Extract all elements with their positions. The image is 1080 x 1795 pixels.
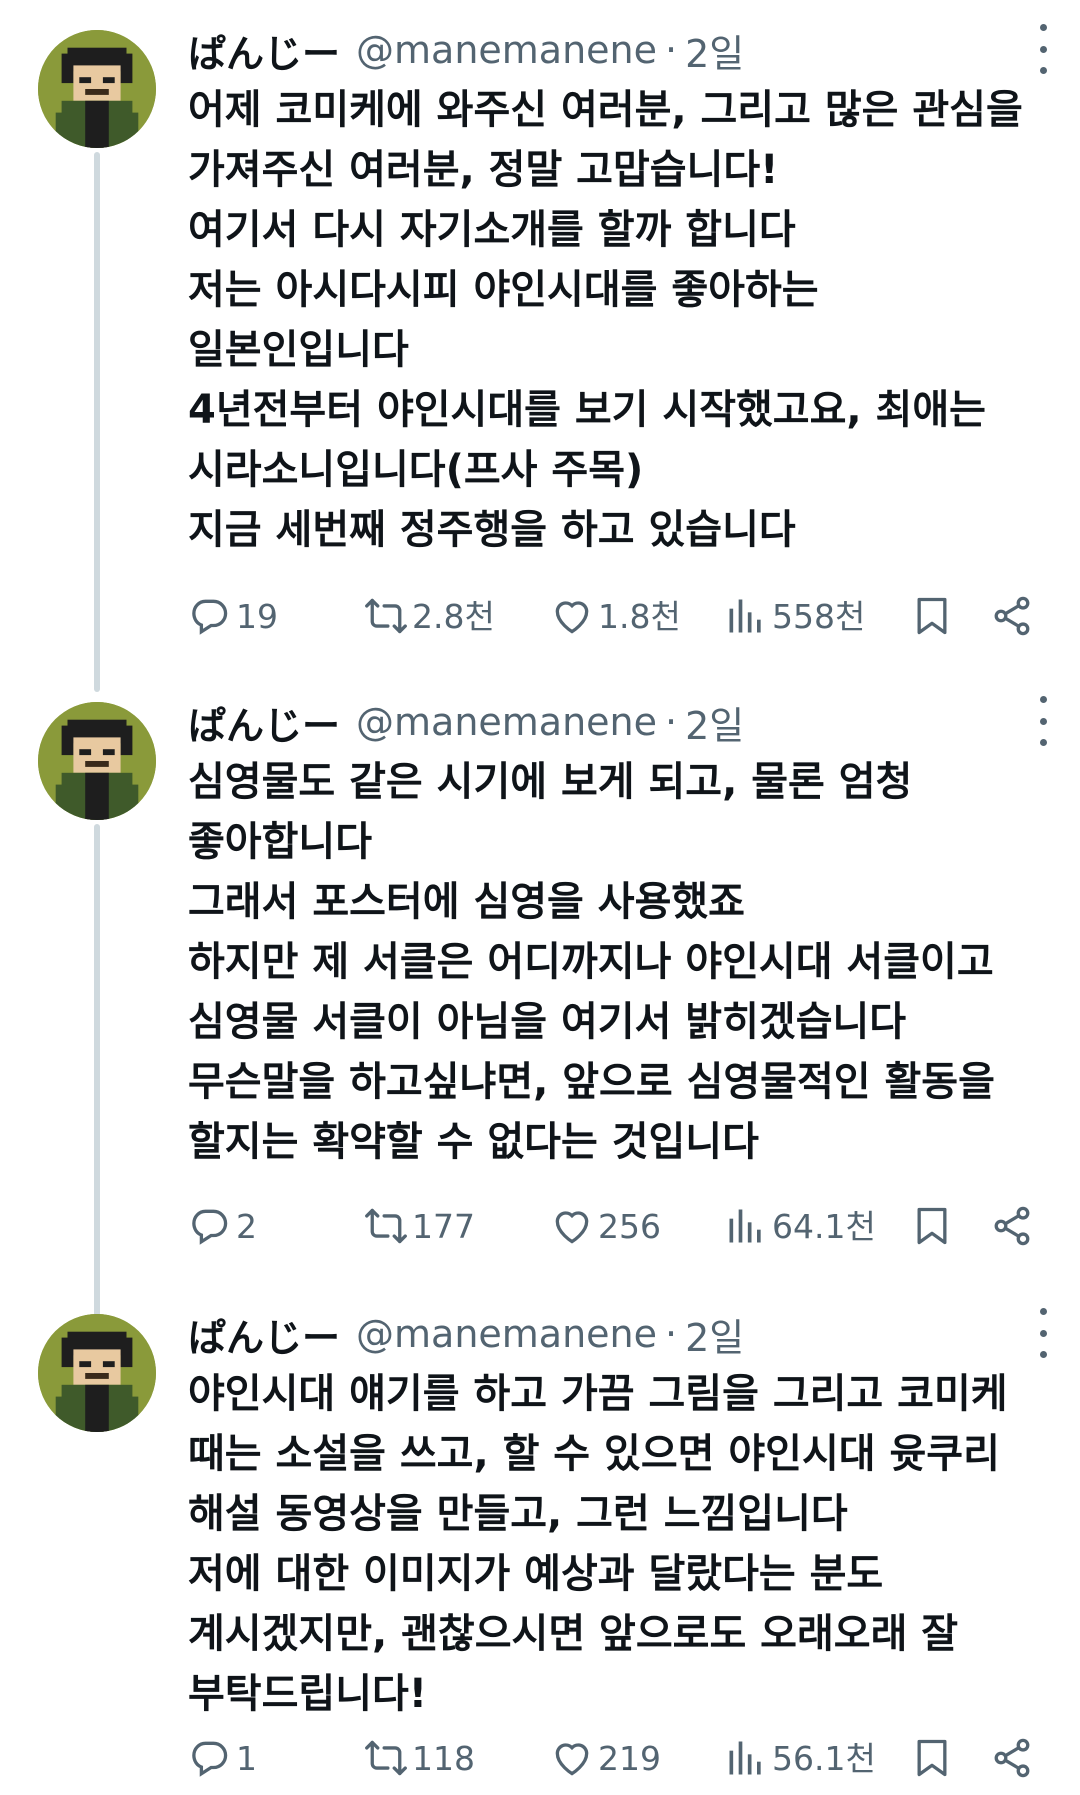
username[interactable]: @manemanene bbox=[356, 1312, 657, 1356]
like-count: 256 bbox=[598, 1206, 661, 1246]
action-bar: 1 118 219 56.1천 bbox=[188, 1728, 1060, 1788]
views-icon bbox=[724, 1204, 768, 1248]
retweet-icon bbox=[364, 1204, 408, 1248]
action-bar: 2 177 256 64.1천 bbox=[188, 1196, 1060, 1256]
views-icon bbox=[724, 1736, 768, 1780]
more-options-icon[interactable] bbox=[1028, 696, 1058, 746]
separator: · bbox=[665, 700, 678, 744]
like-button[interactable]: 1.8천 bbox=[550, 594, 681, 638]
views-icon bbox=[724, 594, 768, 638]
tweet-header: ぱんじー @manemanene · 2일 bbox=[188, 22, 1040, 78]
share-icon bbox=[990, 1736, 1034, 1780]
views-button[interactable]: 64.1천 bbox=[724, 1204, 876, 1248]
tweet[interactable]: ぱんじー @manemanene · 2일 심영물도 같은 시기에 보게 되고,… bbox=[0, 672, 1080, 1324]
retweet-button[interactable]: 2.8천 bbox=[364, 594, 495, 638]
retweet-count: 2.8천 bbox=[412, 596, 495, 636]
display-name[interactable]: ぱんじー bbox=[188, 1307, 340, 1362]
thread-line bbox=[94, 824, 100, 1324]
bookmark-button[interactable] bbox=[910, 1736, 958, 1780]
heart-icon bbox=[550, 1204, 594, 1248]
bookmark-button[interactable] bbox=[910, 1204, 958, 1248]
like-count: 219 bbox=[598, 1738, 661, 1778]
reply-count: 2 bbox=[236, 1206, 257, 1246]
tweet-text: 심영물도 같은 시기에 보게 되고, 물론 엄청 좋아합니다 그래서 포스터에 … bbox=[188, 759, 995, 1165]
share-icon bbox=[990, 594, 1034, 638]
tweet-text: 어제 코미케에 와주신 여러분, 그리고 많은 관심을 가져주신 여러분, 정말… bbox=[188, 87, 1023, 553]
timestamp[interactable]: 2일 bbox=[685, 1307, 744, 1362]
reply-button[interactable]: 2 bbox=[188, 1204, 257, 1248]
separator: · bbox=[665, 28, 678, 72]
share-button[interactable] bbox=[990, 1736, 1038, 1780]
display-name[interactable]: ぱんじー bbox=[188, 695, 340, 750]
bookmark-button[interactable] bbox=[910, 594, 958, 638]
reply-icon bbox=[188, 594, 232, 638]
separator: · bbox=[665, 1312, 678, 1356]
timestamp[interactable]: 2일 bbox=[685, 23, 744, 78]
reply-count: 1 bbox=[236, 1738, 257, 1778]
reply-count: 19 bbox=[236, 596, 278, 636]
retweet-button[interactable]: 177 bbox=[364, 1204, 475, 1248]
avatar[interactable] bbox=[38, 1314, 156, 1432]
thread-line bbox=[94, 152, 100, 692]
heart-icon bbox=[550, 594, 594, 638]
more-options-icon[interactable] bbox=[1028, 1308, 1058, 1358]
username[interactable]: @manemanene bbox=[356, 700, 657, 744]
bookmark-icon bbox=[910, 1204, 954, 1248]
tweet[interactable]: ぱんじー @manemanene · 2일 어제 코미케에 와주신 여러분, 그… bbox=[0, 0, 1080, 692]
tweet-header: ぱんじー @manemanene · 2일 bbox=[188, 694, 1040, 750]
retweet-icon bbox=[364, 1736, 408, 1780]
share-button[interactable] bbox=[990, 594, 1038, 638]
retweet-count: 177 bbox=[412, 1206, 475, 1246]
display-name[interactable]: ぱんじー bbox=[188, 23, 340, 78]
share-button[interactable] bbox=[990, 1204, 1038, 1248]
like-count: 1.8천 bbox=[598, 596, 681, 636]
timestamp[interactable]: 2일 bbox=[685, 695, 744, 750]
avatar[interactable] bbox=[38, 30, 156, 148]
reply-button[interactable]: 19 bbox=[188, 594, 278, 638]
reply-icon bbox=[188, 1736, 232, 1780]
avatar[interactable] bbox=[38, 702, 156, 820]
view-count: 558천 bbox=[772, 596, 866, 636]
retweet-count: 118 bbox=[412, 1738, 475, 1778]
tweet-text: 야인시대 얘기를 하고 가끔 그림을 그리고 코미케 때는 소설을 쓰고, 할 … bbox=[188, 1371, 1008, 1717]
views-button[interactable]: 558천 bbox=[724, 594, 865, 638]
share-icon bbox=[990, 1204, 1034, 1248]
retweet-icon bbox=[364, 594, 408, 638]
more-options-icon[interactable] bbox=[1028, 24, 1058, 74]
like-button[interactable]: 219 bbox=[550, 1736, 661, 1780]
tweet[interactable]: ぱんじー @manemanene · 2일 야인시대 얘기를 하고 가끔 그림을… bbox=[0, 1284, 1080, 1795]
tweet-header: ぱんじー @manemanene · 2일 bbox=[188, 1306, 1040, 1362]
like-button[interactable]: 256 bbox=[550, 1204, 661, 1248]
heart-icon bbox=[550, 1736, 594, 1780]
view-count: 64.1천 bbox=[772, 1206, 876, 1246]
username[interactable]: @manemanene bbox=[356, 28, 657, 72]
view-count: 56.1천 bbox=[772, 1738, 876, 1778]
reply-icon bbox=[188, 1204, 232, 1248]
views-button[interactable]: 56.1천 bbox=[724, 1736, 876, 1780]
action-bar: 19 2.8천 1.8천 558천 bbox=[188, 586, 1060, 646]
bookmark-icon bbox=[910, 594, 954, 638]
reply-button[interactable]: 1 bbox=[188, 1736, 257, 1780]
bookmark-icon bbox=[910, 1736, 954, 1780]
retweet-button[interactable]: 118 bbox=[364, 1736, 475, 1780]
